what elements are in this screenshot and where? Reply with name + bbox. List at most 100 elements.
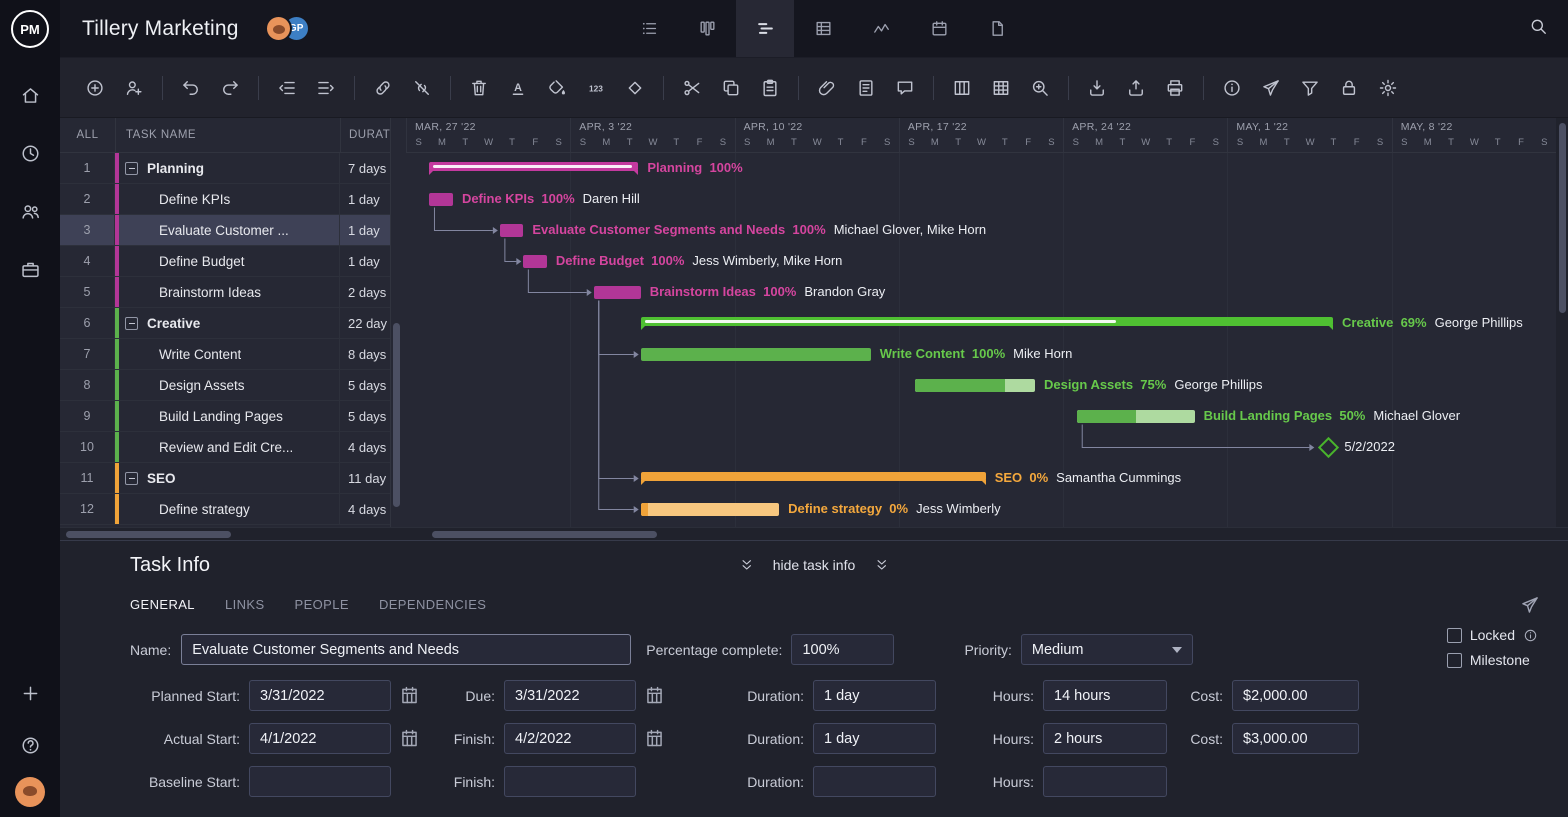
milestone-diamond[interactable]	[1318, 437, 1339, 458]
task-name-cell[interactable]: Build Landing Pages	[115, 401, 340, 431]
baseline-start-input[interactable]	[249, 766, 391, 797]
export-icon[interactable]	[1125, 77, 1147, 99]
info-icon[interactable]	[1221, 77, 1243, 99]
delete-icon[interactable]	[468, 77, 490, 99]
task-duration-cell[interactable]: 2 days	[340, 277, 390, 307]
scrollbar-thumb[interactable]	[393, 323, 400, 507]
table-vertical-scrollbar[interactable]	[393, 118, 400, 527]
task-duration-cell[interactable]: 5 days	[340, 370, 390, 400]
redo-icon[interactable]	[219, 77, 241, 99]
baseline-start-duration-input[interactable]	[813, 766, 936, 797]
planned-start-cost-input[interactable]: $2,000.00	[1232, 680, 1359, 711]
horizontal-scrollbar[interactable]	[60, 527, 1568, 540]
text-format-icon[interactable]: A	[507, 77, 529, 99]
actual-start-duration-input[interactable]: 1 day	[813, 723, 936, 754]
task-row-1[interactable]: 1Planning7 days	[60, 153, 390, 184]
tab-general[interactable]: GENERAL	[130, 597, 195, 612]
gantt-bar-define-budget[interactable]	[523, 255, 546, 268]
gantt-bar-brainstorm-ideas[interactable]	[594, 286, 641, 299]
paste-icon[interactable]	[759, 77, 781, 99]
unlink-icon[interactable]	[411, 77, 433, 99]
planned-start-hours-input[interactable]: 14 hours	[1043, 680, 1167, 711]
collapse-icon[interactable]	[125, 162, 138, 175]
task-duration-cell[interactable]: 7 days	[340, 153, 390, 183]
column-task-name[interactable]: TASK NAME	[115, 118, 340, 152]
task-duration-cell[interactable]: 1 day	[340, 246, 390, 276]
sidebar-users-icon[interactable]	[0, 182, 60, 240]
task-name-cell[interactable]: SEO	[115, 463, 340, 493]
baseline-start-hours-input[interactable]	[1043, 766, 1167, 797]
cut-icon[interactable]	[681, 77, 703, 99]
columns-icon[interactable]	[951, 77, 973, 99]
sidebar-help-icon[interactable]	[0, 719, 60, 771]
app-logo[interactable]: PM	[0, 0, 60, 58]
attachment-icon[interactable]	[816, 77, 838, 99]
chart-hscroll-thumb[interactable]	[432, 531, 657, 538]
task-row-5[interactable]: 5Brainstorm Ideas2 days	[60, 277, 390, 308]
task-row-12[interactable]: 12Define strategy4 days	[60, 494, 390, 525]
settings-icon[interactable]	[1377, 77, 1399, 99]
task-row-6[interactable]: 6Creative22 day	[60, 308, 390, 339]
percent-complete-input[interactable]: 100%	[791, 634, 894, 665]
task-row-4[interactable]: 4Define Budget1 day	[60, 246, 390, 277]
locked-checkbox[interactable]	[1447, 628, 1462, 643]
task-name-cell[interactable]: Write Content	[115, 339, 340, 369]
task-name-cell[interactable]: Design Assets	[115, 370, 340, 400]
task-name-cell[interactable]: Define Budget	[115, 246, 340, 276]
calendar-icon[interactable]	[642, 684, 666, 708]
undo-icon[interactable]	[180, 77, 202, 99]
task-duration-cell[interactable]: 5 days	[340, 401, 390, 431]
actual-start-hours-input[interactable]: 2 hours	[1043, 723, 1167, 754]
add-icon[interactable]	[84, 77, 106, 99]
baseline-start-finish-input[interactable]	[504, 766, 636, 797]
task-duration-cell[interactable]: 8 days	[340, 339, 390, 369]
gantt-bar-define-kpis[interactable]	[429, 193, 452, 206]
sidebar-clock-icon[interactable]	[0, 124, 60, 182]
task-duration-cell[interactable]: 1 day	[340, 184, 390, 214]
zoom-icon[interactable]	[1029, 77, 1051, 99]
gantt-bar-evaluate-customer[interactable]	[500, 224, 523, 237]
milestone-icon[interactable]	[624, 77, 646, 99]
actual-start-input[interactable]: 4/1/2022	[249, 723, 391, 754]
copy-icon[interactable]	[720, 77, 742, 99]
task-name-cell[interactable]: Review and Edit Cre...	[115, 432, 340, 462]
task-duration-cell[interactable]: 4 days	[340, 494, 390, 524]
tab-people[interactable]: PEOPLE	[295, 597, 349, 612]
outdent-icon[interactable]	[276, 77, 298, 99]
task-duration-cell[interactable]: 4 days	[340, 432, 390, 462]
page-view-tab[interactable]	[968, 0, 1026, 57]
fill-color-icon[interactable]	[546, 77, 568, 99]
task-duration-cell[interactable]: 22 day	[340, 308, 390, 338]
indent-icon[interactable]	[315, 77, 337, 99]
task-name-cell[interactable]: Brainstorm Ideas	[115, 277, 340, 307]
gantt-bar-write-content[interactable]	[641, 348, 871, 361]
sheet-view-tab[interactable]	[794, 0, 852, 57]
task-name-cell[interactable]: Evaluate Customer ...	[115, 215, 340, 245]
actual-start-cost-input[interactable]: $3,000.00	[1232, 723, 1359, 754]
gantt-view-tab[interactable]	[736, 0, 794, 57]
scrollbar-thumb[interactable]	[1559, 123, 1566, 313]
search-icon[interactable]	[1529, 17, 1548, 41]
sidebar-plus-icon[interactable]	[0, 667, 60, 719]
gantt-summary-bar-creative[interactable]	[641, 317, 1333, 326]
calendar-icon[interactable]	[642, 727, 666, 751]
milestone-checkbox[interactable]	[1447, 653, 1462, 668]
calendar-view-tab[interactable]	[910, 0, 968, 57]
task-row-9[interactable]: 9Build Landing Pages5 days	[60, 401, 390, 432]
task-row-10[interactable]: 10Review and Edit Cre...4 days	[60, 432, 390, 463]
task-name-cell[interactable]: Planning	[115, 153, 340, 183]
assign-icon[interactable]	[123, 77, 145, 99]
gantt-bar-design-assets[interactable]	[915, 379, 1035, 392]
collapse-icon[interactable]	[125, 317, 138, 330]
tab-links[interactable]: LINKS	[225, 597, 265, 612]
task-duration-cell[interactable]: 1 day	[340, 215, 390, 245]
task-name-cell[interactable]: Creative	[115, 308, 340, 338]
planned-start-duration-input[interactable]: 1 day	[813, 680, 936, 711]
column-all[interactable]: ALL	[60, 118, 115, 152]
column-duration[interactable]: DURATION	[340, 118, 390, 152]
task-duration-cell[interactable]: 11 day	[340, 463, 390, 493]
milestone-checkbox-row[interactable]: Milestone	[1447, 652, 1538, 668]
filter-icon[interactable]	[1299, 77, 1321, 99]
notes-icon[interactable]	[855, 77, 877, 99]
avatar[interactable]	[265, 15, 292, 42]
